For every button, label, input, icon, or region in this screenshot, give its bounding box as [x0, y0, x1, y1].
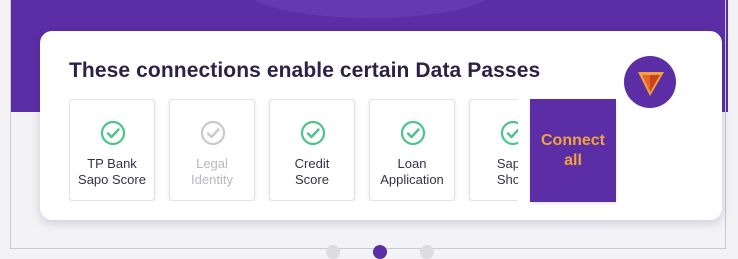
brand-logo: [624, 56, 676, 108]
pager-dot[interactable]: [326, 245, 340, 259]
connection-label: Loan Application: [380, 156, 444, 187]
check-circle-icon: [100, 120, 126, 146]
connection-label: Sapo Shop: [496, 156, 518, 187]
connection-tile-loan-application[interactable]: Loan Application: [369, 99, 455, 201]
connection-tile-legal-identity[interactable]: Legal Identity: [169, 99, 255, 201]
connection-label: TP Bank Sapo Score: [78, 156, 146, 187]
check-circle-icon: [300, 120, 326, 146]
connection-tile-credit-score[interactable]: Credit Score: [269, 99, 355, 201]
connection-tile-tp-bank-sapo-score[interactable]: TP Bank Sapo Score: [69, 99, 155, 201]
check-circle-icon: [400, 120, 426, 146]
header-arc-decoration: [245, 0, 495, 18]
card-title: These connections enable certain Data Pa…: [69, 59, 541, 82]
connections-card: These connections enable certain Data Pa…: [40, 31, 722, 220]
connection-label: Legal Identity: [191, 156, 233, 187]
connection-tile-sapo-shop[interactable]: Sapo Shop: [469, 99, 518, 201]
triangle-logo-icon: [638, 72, 664, 96]
check-circle-icon: [500, 120, 518, 146]
pager-dot-active[interactable]: [373, 245, 387, 259]
connection-tiles: TP Bank Sapo Score Legal Identity Credit…: [69, 99, 518, 201]
connect-all-button[interactable]: Connect all: [530, 99, 616, 202]
pager-dot[interactable]: [420, 245, 434, 259]
check-circle-icon: [200, 120, 226, 146]
connection-label: Credit Score: [294, 156, 330, 187]
